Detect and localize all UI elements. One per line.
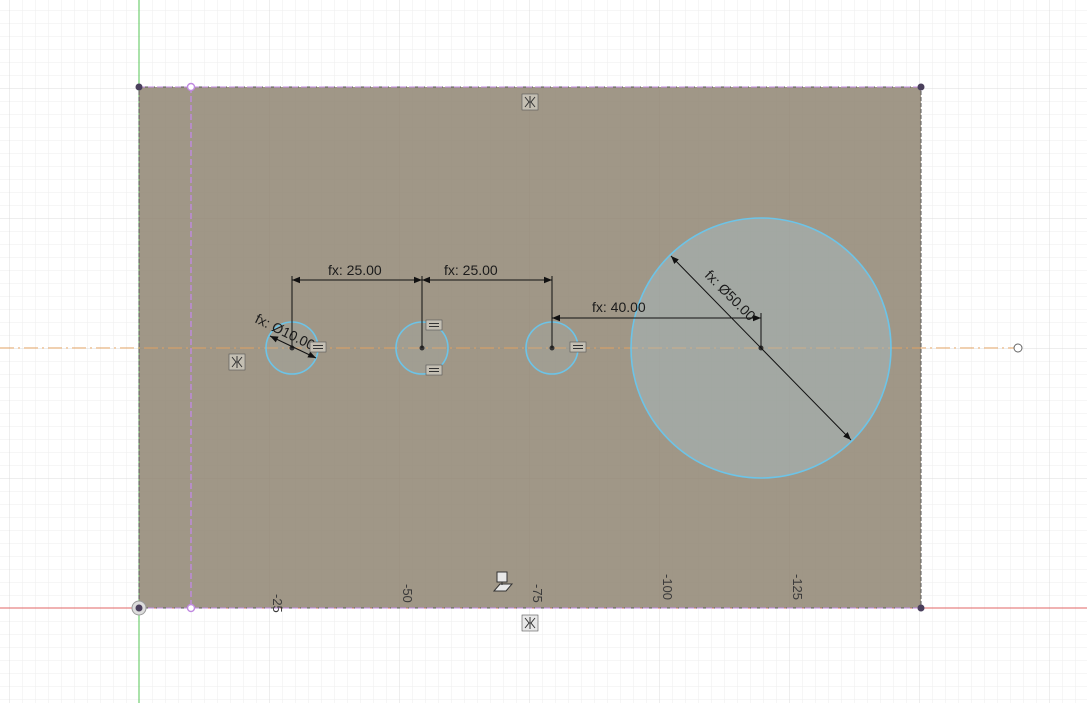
symmetric-constraint-icon[interactable]: [521, 614, 539, 632]
dimension-text[interactable]: fx: 25.00: [444, 262, 498, 278]
equal-constraint-icon[interactable]: [569, 341, 587, 353]
dimension-text[interactable]: fx: 25.00: [328, 262, 382, 278]
ruler-label: -75: [530, 584, 545, 603]
origin-point-center[interactable]: [135, 604, 143, 612]
ruler-label: -125: [790, 574, 805, 600]
sketch-point[interactable]: [917, 604, 925, 612]
symmetric-constraint-icon[interactable]: [228, 353, 246, 371]
sketch-canvas[interactable]: -25 -50 -75 -100 -125 fx: 25.00 fx: 25.0…: [0, 0, 1087, 703]
symmetric-constraint-icon[interactable]: [521, 93, 539, 111]
centerline-endpoint[interactable]: [1013, 343, 1023, 353]
sketch-point-construction[interactable]: [186, 603, 196, 613]
equal-constraint-icon[interactable]: [309, 341, 327, 353]
sketch-point[interactable]: [135, 83, 143, 91]
ruler-label: -50: [400, 584, 415, 603]
equal-constraint-icon[interactable]: [425, 364, 443, 376]
sketch-point-construction[interactable]: [186, 82, 196, 92]
ruler-label: -100: [660, 574, 675, 600]
dimension-text[interactable]: fx: 40.00: [592, 299, 646, 315]
equal-constraint-icon[interactable]: [425, 319, 443, 331]
sketch-point[interactable]: [917, 83, 925, 91]
ruler-label: -25: [270, 594, 285, 613]
